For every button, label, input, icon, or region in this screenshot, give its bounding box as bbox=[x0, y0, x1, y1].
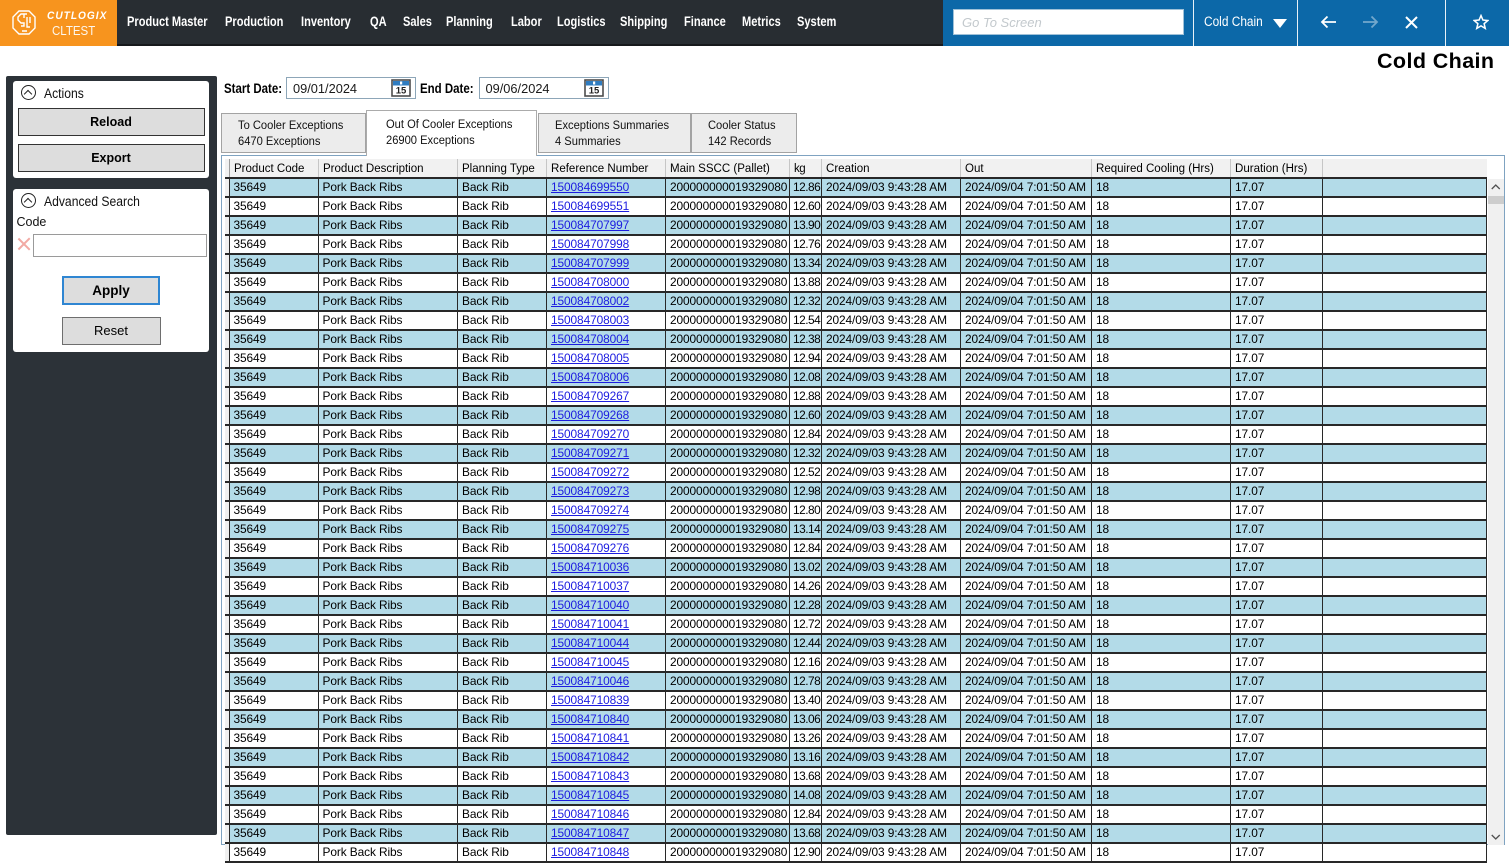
svg-text:15: 15 bbox=[396, 86, 407, 97]
svg-text:15: 15 bbox=[588, 86, 599, 97]
